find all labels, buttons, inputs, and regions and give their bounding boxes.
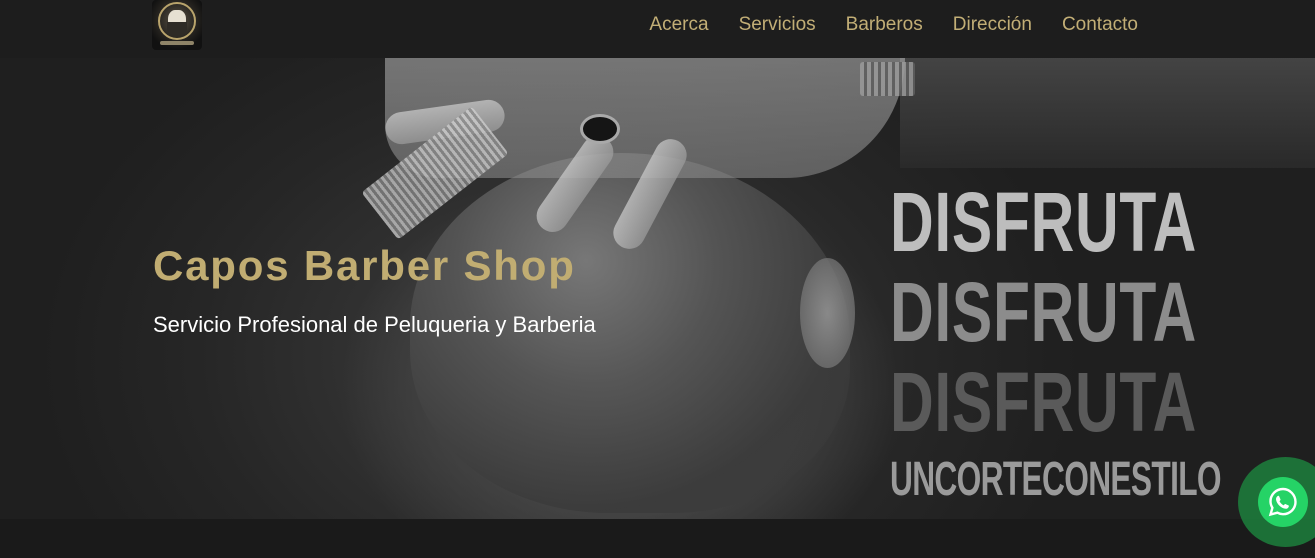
hero-banner: Capos Barber Shop Servicio Profesional d…: [0, 58, 1315, 519]
logo-beard: [167, 22, 187, 36]
logo[interactable]: [152, 0, 202, 50]
nav-link-acerca[interactable]: Acerca: [649, 14, 708, 36]
nav-link-direccion[interactable]: Dirección: [953, 14, 1032, 36]
slogan-word-echo: DISFRUTA: [890, 355, 1198, 449]
slogan-word-echo: DISFRUTA: [890, 265, 1198, 359]
slogan-tagline: UNCORTECONESTILO: [890, 453, 1222, 506]
hero-image-ear: [800, 258, 855, 368]
main-nav: Acerca Servicios Barberos Dirección Cont…: [649, 14, 1138, 36]
page-bottom-band: [0, 519, 1315, 558]
whatsapp-icon: [1268, 487, 1297, 517]
hero-image-sleeve: [900, 58, 1315, 168]
hero-image-watch: [860, 62, 915, 96]
hero-image-ring: [580, 114, 620, 144]
logo-text: [160, 41, 194, 45]
nav-link-contacto[interactable]: Contacto: [1062, 14, 1138, 36]
nav-link-servicios[interactable]: Servicios: [739, 14, 816, 36]
hero-title: Capos Barber Shop: [153, 242, 576, 289]
slogan-word: DISFRUTA: [890, 175, 1198, 269]
whatsapp-button[interactable]: [1258, 477, 1308, 527]
nav-link-barberos[interactable]: Barberos: [846, 14, 923, 36]
navbar: Acerca Servicios Barberos Dirección Cont…: [0, 0, 1315, 58]
hero-subtitle: Servicio Profesional de Peluqueria y Bar…: [153, 312, 596, 337]
